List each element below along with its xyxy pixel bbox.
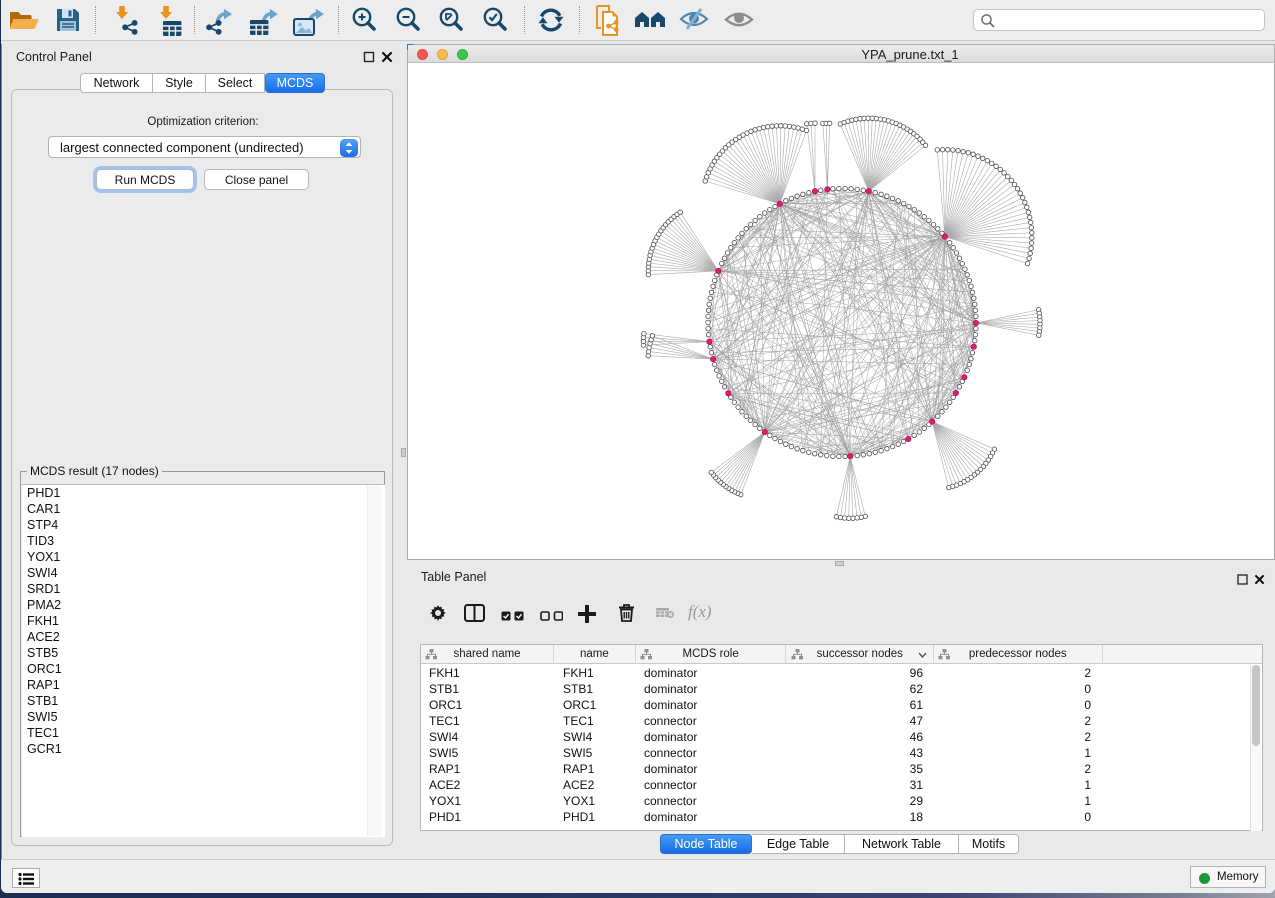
svg-text:f(x): f(x) <box>688 603 712 621</box>
